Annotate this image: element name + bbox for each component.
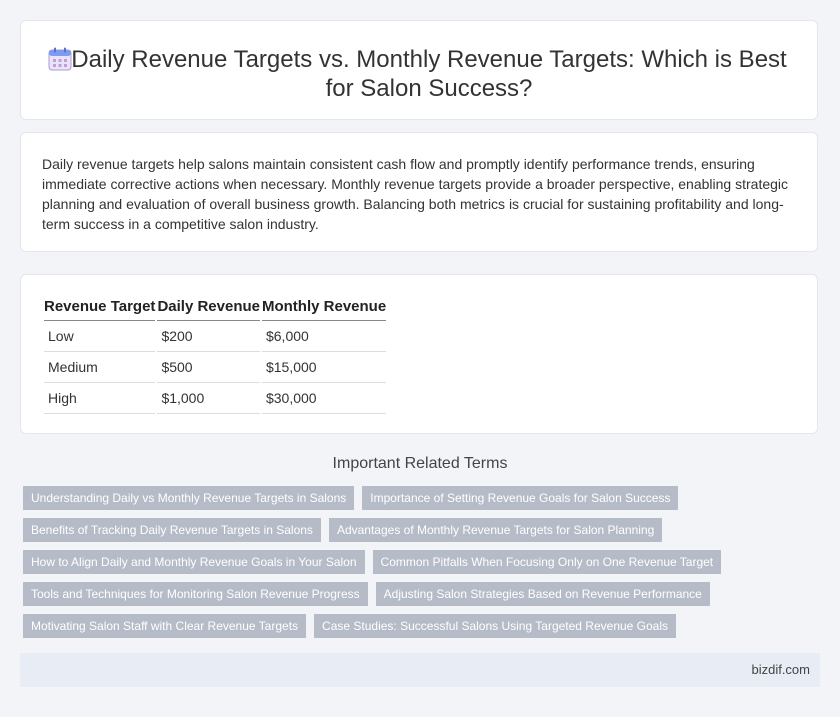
table-cell: $6,000 <box>261 321 387 352</box>
table-row: Medium $500 $15,000 <box>44 352 387 383</box>
related-term-link[interactable]: Motivating Salon Staff with Clear Revenu… <box>23 614 307 638</box>
related-terms-heading: Important Related Terms <box>332 455 508 472</box>
related-term-link[interactable]: Advantages of Monthly Revenue Targets fo… <box>328 518 663 542</box>
summary-text: Daily revenue targets help salons mainta… <box>42 156 789 232</box>
related-term-link[interactable]: Importance of Setting Revenue Goals for … <box>362 486 679 510</box>
tag-row: How to Align Daily and Monthly Revenue G… <box>23 550 722 574</box>
column-header: Revenue Target <box>44 297 156 321</box>
revenue-table: Revenue Target Daily Revenue Monthly Rev… <box>42 297 388 414</box>
tag-row: Understanding Daily vs Monthly Revenue T… <box>23 486 679 510</box>
page-title: Daily Revenue Targets vs. Monthly Revenu… <box>71 46 787 102</box>
column-header: Daily Revenue <box>157 297 260 321</box>
tag-row: Benefits of Tracking Daily Revenue Targe… <box>23 518 663 542</box>
table-cell: $30,000 <box>261 383 387 414</box>
related-term-link[interactable]: Tools and Techniques for Monitoring Salo… <box>23 582 368 606</box>
related-term-link[interactable]: How to Align Daily and Monthly Revenue G… <box>23 550 365 574</box>
table-row: High $1,000 $30,000 <box>44 383 387 414</box>
table-cell: $1,000 <box>157 383 260 414</box>
table-header-row: Revenue Target Daily Revenue Monthly Rev… <box>44 297 387 321</box>
site-link[interactable]: bizdif.com <box>751 662 810 677</box>
table-cell: Low <box>44 321 156 352</box>
title-card: Daily Revenue Targets vs. Monthly Revenu… <box>20 20 818 120</box>
summary-card: Daily revenue targets help salons mainta… <box>20 132 818 252</box>
related-term-link[interactable]: Case Studies: Successful Salons Using Ta… <box>314 614 677 638</box>
table-cell: High <box>44 383 156 414</box>
table-cell: $15,000 <box>261 352 387 383</box>
footer: bizdif.com <box>20 653 820 687</box>
table-row: Low $200 $6,000 <box>44 321 387 352</box>
related-term-link[interactable]: Benefits of Tracking Daily Revenue Targe… <box>23 518 321 542</box>
tag-row: Motivating Salon Staff with Clear Revenu… <box>23 614 677 638</box>
table-cell: $500 <box>157 352 260 383</box>
column-header: Monthly Revenue <box>261 297 387 321</box>
table-card: Revenue Target Daily Revenue Monthly Rev… <box>20 274 818 434</box>
related-term-link[interactable]: Understanding Daily vs Monthly Revenue T… <box>23 486 355 510</box>
tag-row: Tools and Techniques for Monitoring Salo… <box>23 582 710 606</box>
table-cell: Medium <box>44 352 156 383</box>
related-term-link[interactable]: Adjusting Salon Strategies Based on Reve… <box>375 582 710 606</box>
related-term-link[interactable]: Common Pitfalls When Focusing Only on On… <box>372 550 722 574</box>
table-cell: $200 <box>157 321 260 352</box>
